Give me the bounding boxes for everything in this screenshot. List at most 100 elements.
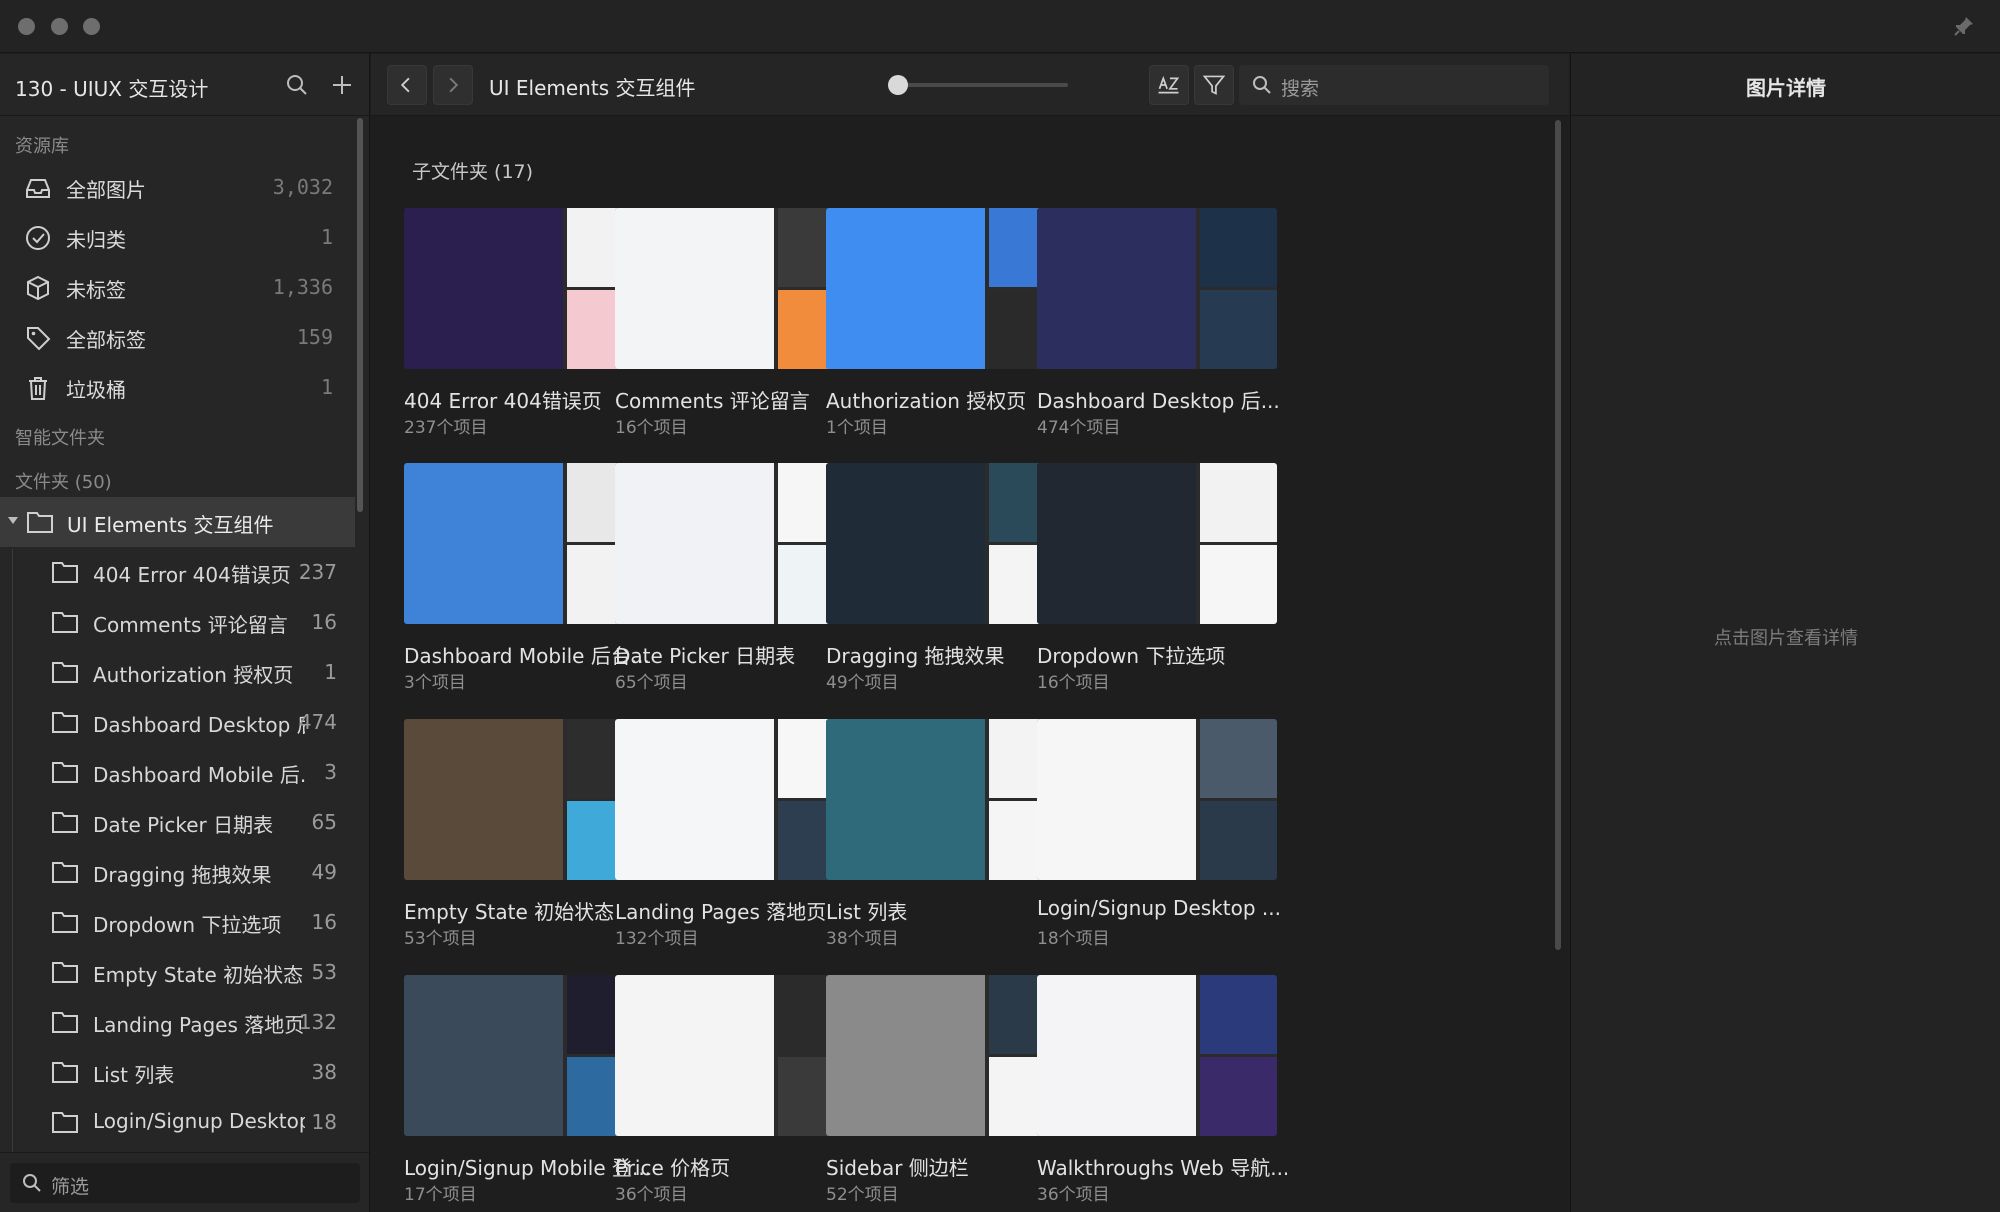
subfolder-item[interactable]: Date Picker 日期表 65 [0,797,355,847]
search-input[interactable]: 搜索 [1239,65,1549,105]
folder-thumbnail[interactable] [1037,463,1277,624]
folder-icon [52,962,78,983]
details-header: 图片详情 [1571,54,2000,116]
zoom-window-button[interactable] [83,18,100,35]
subfolder-count: 132 [298,1010,337,1034]
folder-card[interactable]: Walkthroughs Web 导航... 36个项目 [1037,975,1287,1212]
subfolder-count: 237 [298,560,337,584]
folder-card[interactable]: List 列表 38个项目 [826,719,1066,959]
folder-thumbnail[interactable] [1037,208,1277,369]
box-icon [27,275,49,301]
folder-card[interactable]: Login/Signup Mobile 登... 17个项目 [404,975,651,1212]
folder-card[interactable]: Landing Pages 落地页 132个项目 [615,719,855,959]
subfolder-item[interactable]: Comments 评论留言 16 [0,597,355,647]
folder-icon [52,562,78,583]
thumbnail-main [615,719,774,880]
zoom-slider[interactable] [888,83,1068,87]
subfolder-item[interactable]: Dashboard Mobile 后... 3 [0,747,355,797]
subfolder-item[interactable]: Landing Pages 落地页 132 [0,997,355,1047]
nav-count: 1,336 [272,275,333,299]
breadcrumb: UI Elements 交互组件 [489,76,696,100]
nav-trash[interactable]: 垃圾桶 1 [0,362,355,412]
folder-thumbnail[interactable] [615,463,855,624]
folder-thumbnail[interactable] [615,208,855,369]
nav-count: 3,032 [272,175,333,199]
folder-card[interactable]: Empty State 初始状态 53个项目 [404,719,644,959]
folder-card[interactable]: Price 价格页 36个项目 [615,975,855,1212]
folder-card[interactable]: Comments 评论留言 16个项目 [615,208,855,448]
nav-label: 垃圾桶 [66,378,126,402]
subfolder-heading: 子文件夹 (17) [412,161,534,183]
subfolder-label: Login/Signup Desktop... [93,1109,305,1133]
pin-icon[interactable] [1952,14,1976,38]
folder-thumbnail[interactable] [615,975,855,1136]
folder-card[interactable]: Dropdown 下拉选项 16个项目 [1037,463,1277,703]
subfolder-item[interactable]: List 列表 38 [0,1047,355,1097]
folder-thumbnail[interactable] [615,719,855,880]
folder-card-title: Dashboard Desktop 后... [1037,389,1280,413]
close-window-button[interactable] [18,18,35,35]
folder-thumbnail[interactable] [826,975,1066,1136]
minimize-window-button[interactable] [51,18,68,35]
zoom-slider-handle[interactable] [888,75,908,95]
folder-card[interactable]: Dashboard Mobile 后台... 3个项目 [404,463,650,703]
folder-thumbnail[interactable] [826,463,1066,624]
folder-thumbnail[interactable] [404,719,644,880]
folder-card[interactable]: Date Picker 日期表 65个项目 [615,463,855,703]
subfolder-label: Authorization 授权页 [93,663,294,687]
subfolder-item[interactable]: Authorization 授权页 1 [0,647,355,697]
smart-folders-label[interactable]: 智能文件夹 [15,424,105,450]
nav-uncategorized[interactable]: 未归类 1 [0,212,355,262]
subfolder-item[interactable]: 404 Error 404错误页 237 [0,547,355,597]
folder-thumbnail[interactable] [404,463,644,624]
nav-all-tags[interactable]: 全部标签 159 [0,312,355,362]
sort-button[interactable] [1149,65,1189,105]
folder-thumbnail[interactable] [1037,719,1277,880]
thumbnail-main [1037,463,1196,624]
details-empty-hint: 点击图片查看详情 [1714,628,1858,649]
folder-card-count: 16个项目 [615,418,688,438]
search-placeholder: 搜索 [1281,78,1320,100]
folder-card[interactable]: Login/Signup Desktop ... 18个项目 [1037,719,1281,959]
subfolder-count: 38 [311,1060,337,1084]
subfolder-label: Dropdown 下拉选项 [93,913,282,937]
sidebar-scrollbar[interactable] [357,118,363,512]
folder-thumbnail[interactable] [826,719,1066,880]
folder-icon [52,812,78,833]
nav-untagged[interactable]: 未标签 1,336 [0,262,355,312]
filter-input[interactable]: 筛选 [10,1163,360,1203]
filter-button[interactable] [1194,65,1234,105]
chevron-down-icon[interactable] [8,517,18,524]
thumbnail-main [615,463,774,624]
subfolder-item[interactable]: Empty State 初始状态 53 [0,947,355,997]
folder-thumbnail[interactable] [404,975,644,1136]
folder-ui-elements[interactable]: UI Elements 交互组件 [0,497,355,547]
thumbnail-side [1200,719,1277,798]
forward-button[interactable] [433,65,473,105]
sort-az-icon [1158,75,1180,94]
folder-thumbnail[interactable] [404,208,644,369]
nav-all-images[interactable]: 全部图片 3,032 [0,162,355,212]
folder-card[interactable]: Authorization 授权页 1个项目 [826,208,1066,448]
folder-card[interactable]: 404 Error 404错误页 237个项目 [404,208,644,448]
title-bar [0,0,2000,53]
subfolder-item[interactable]: Dragging 拖拽效果 49 [0,847,355,897]
subfolder-item[interactable]: Login/Signup Desktop...18 [0,1097,355,1147]
search-icon[interactable] [284,72,310,98]
library-title[interactable]: 130 - UIUX 交互设计 [15,73,208,102]
subfolder-item[interactable]: Dashboard Desktop 后..474 [0,697,355,747]
folder-card[interactable]: Dashboard Desktop 后... 474个项目 [1037,208,1280,448]
folders-label[interactable]: 文件夹 (50) [15,468,112,494]
folder-thumbnail[interactable] [1037,975,1277,1136]
folder-card-count: 36个项目 [615,1185,688,1205]
content-scrollbar[interactable] [1555,120,1561,950]
filter-placeholder: 筛选 [51,1176,90,1198]
thumbnail-main [615,208,774,369]
folder-card-count: 53个项目 [404,929,477,949]
folder-thumbnail[interactable] [826,208,1066,369]
subfolder-item[interactable]: Dropdown 下拉选项 16 [0,897,355,947]
back-button[interactable] [387,65,427,105]
add-icon[interactable] [329,72,355,98]
folder-card[interactable]: Dragging 拖拽效果 49个项目 [826,463,1066,703]
folder-card[interactable]: Sidebar 侧边栏 52个项目 [826,975,1066,1212]
